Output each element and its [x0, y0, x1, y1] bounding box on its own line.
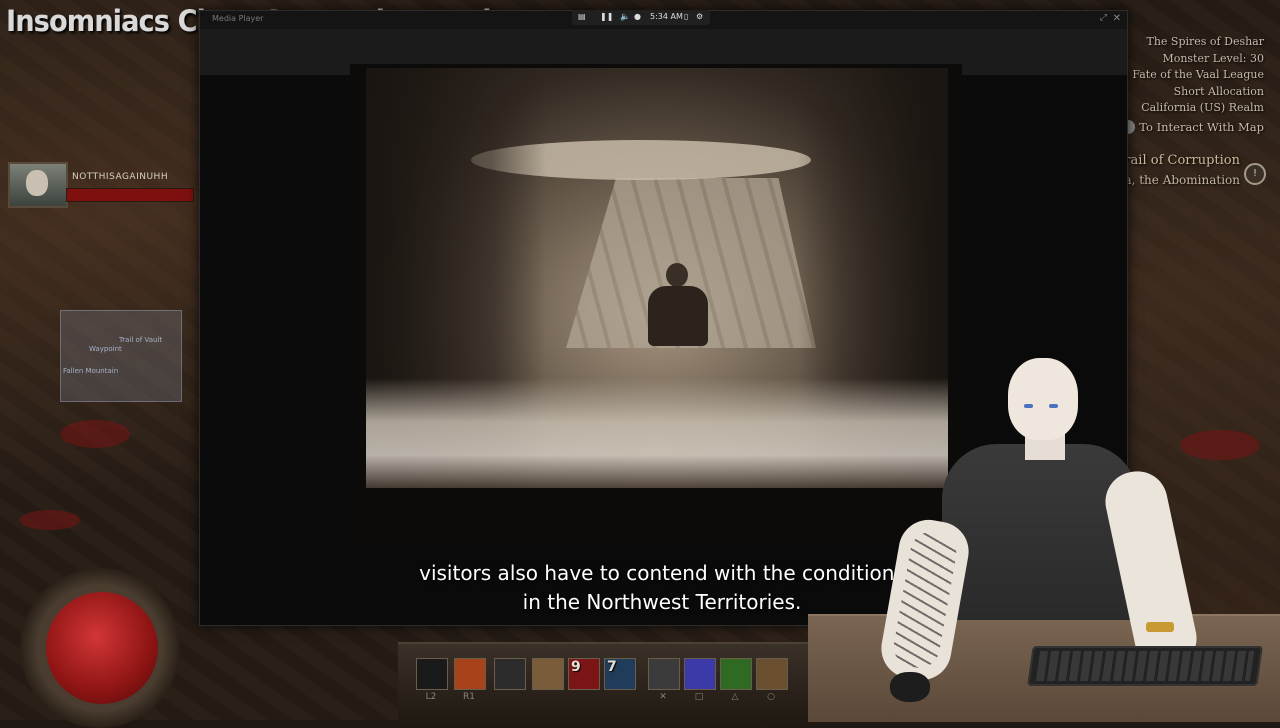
- skill-charges: 7: [607, 659, 617, 675]
- empty-slot-icon[interactable]: [416, 658, 448, 690]
- player-portrait[interactable]: [8, 162, 68, 208]
- minimap-label: Trail of Vault: [119, 336, 163, 344]
- mouse: [890, 672, 930, 702]
- cross-button-icon: ✕: [659, 692, 667, 702]
- avatar-eye: [1049, 404, 1058, 408]
- shadow-skill-icon[interactable]: 7: [604, 658, 636, 690]
- poison-skill-icon[interactable]: [720, 658, 752, 690]
- wristwatch: [1146, 622, 1174, 632]
- video-frame[interactable]: [350, 64, 962, 544]
- avatar-eye: [1024, 404, 1033, 408]
- zone-name: The Spires of Deshar: [1146, 35, 1265, 48]
- map-hint[interactable]: To Interact With Map: [1111, 119, 1264, 136]
- circle-button-icon: ○: [767, 692, 775, 702]
- blood-skill-icon[interactable]: 9: [568, 658, 600, 690]
- square-button-icon: □: [694, 692, 704, 702]
- quest-tracker[interactable]: Trail of Corruption ara, the Abomination: [1112, 153, 1240, 187]
- minimap-label: Waypoint: [89, 345, 122, 353]
- pause-icon[interactable]: ❚❚: [600, 12, 613, 21]
- blood-splatter: [60, 420, 130, 448]
- snowy-ground: [366, 378, 948, 488]
- settings-gear-icon[interactable]: ⚙: [696, 12, 703, 21]
- skill-charges: 9: [571, 659, 581, 675]
- avatar: [26, 170, 48, 196]
- record-icon[interactable]: ●: [634, 12, 641, 21]
- summon-skill-icon[interactable]: [756, 658, 788, 690]
- minimap[interactable]: Waypoint Trail of Vault Fallen Mountain: [60, 310, 182, 402]
- skill-bar: 9 7 L2 R1 ✕ □ △ ○: [398, 642, 818, 722]
- subtitle-line: visitors also have to contend with the c…: [419, 561, 905, 585]
- person-figure: [648, 286, 708, 346]
- window-title: Media Player: [212, 14, 264, 23]
- quest-title: Trail of Corruption: [1115, 153, 1240, 168]
- player-name: NOTTHISAGAINUHH: [72, 172, 169, 182]
- allocation: Short Allocation: [1173, 84, 1264, 98]
- league-name: HC Fate of the Vaal League: [1110, 68, 1264, 81]
- subtitle-line: in the Northwest Territories.: [522, 590, 802, 614]
- avatar-body: [942, 444, 1138, 620]
- blood-splatter: [1180, 430, 1260, 460]
- person-figure: [666, 263, 688, 287]
- archival-photo: [366, 68, 948, 488]
- storm-skill-icon[interactable]: [684, 658, 716, 690]
- battery-icon: ▯: [684, 12, 689, 21]
- minimap-label: Fallen Mountain: [63, 367, 119, 375]
- blood-splatter: [20, 510, 80, 530]
- taskbar: ▤ ❚❚ 🔈 ● 5:34 AM ▯ ⚙: [572, 10, 710, 25]
- pin-icon[interactable]: ⤢: [1100, 13, 1107, 23]
- claw-skill-icon[interactable]: [648, 658, 680, 690]
- quest-subtitle: ara, the Abomination: [1111, 173, 1240, 187]
- keyboard: [1027, 646, 1263, 686]
- avatar-head: [1008, 358, 1078, 440]
- map-hint-label: To Interact With Map: [1139, 119, 1264, 134]
- realm: California (US) Realm: [1141, 101, 1264, 114]
- triangle-button-icon: △: [731, 692, 739, 702]
- monster-level: Monster Level: 30: [1162, 51, 1264, 65]
- volume-icon[interactable]: 🔈: [620, 12, 630, 21]
- beast-skill-icon[interactable]: [532, 658, 564, 690]
- close-icon[interactable]: ✕: [1113, 13, 1121, 24]
- video-subtitle: visitors also have to contend with the c…: [380, 559, 944, 617]
- app-thumbnail-icon[interactable]: ▤: [578, 12, 586, 21]
- quest-marker-icon[interactable]: !: [1244, 163, 1266, 185]
- player-health-bar: [66, 188, 194, 202]
- fire-skill-icon[interactable]: [454, 658, 486, 690]
- clock-time: 5:34 AM: [650, 12, 683, 21]
- button-hint-l2: L2: [425, 692, 437, 702]
- swap-icon[interactable]: [494, 658, 526, 690]
- zone-info: The Spires of Deshar Monster Level: 30 H…: [1111, 34, 1264, 135]
- button-hint-r1: R1: [463, 692, 475, 702]
- life-globe: [46, 592, 158, 704]
